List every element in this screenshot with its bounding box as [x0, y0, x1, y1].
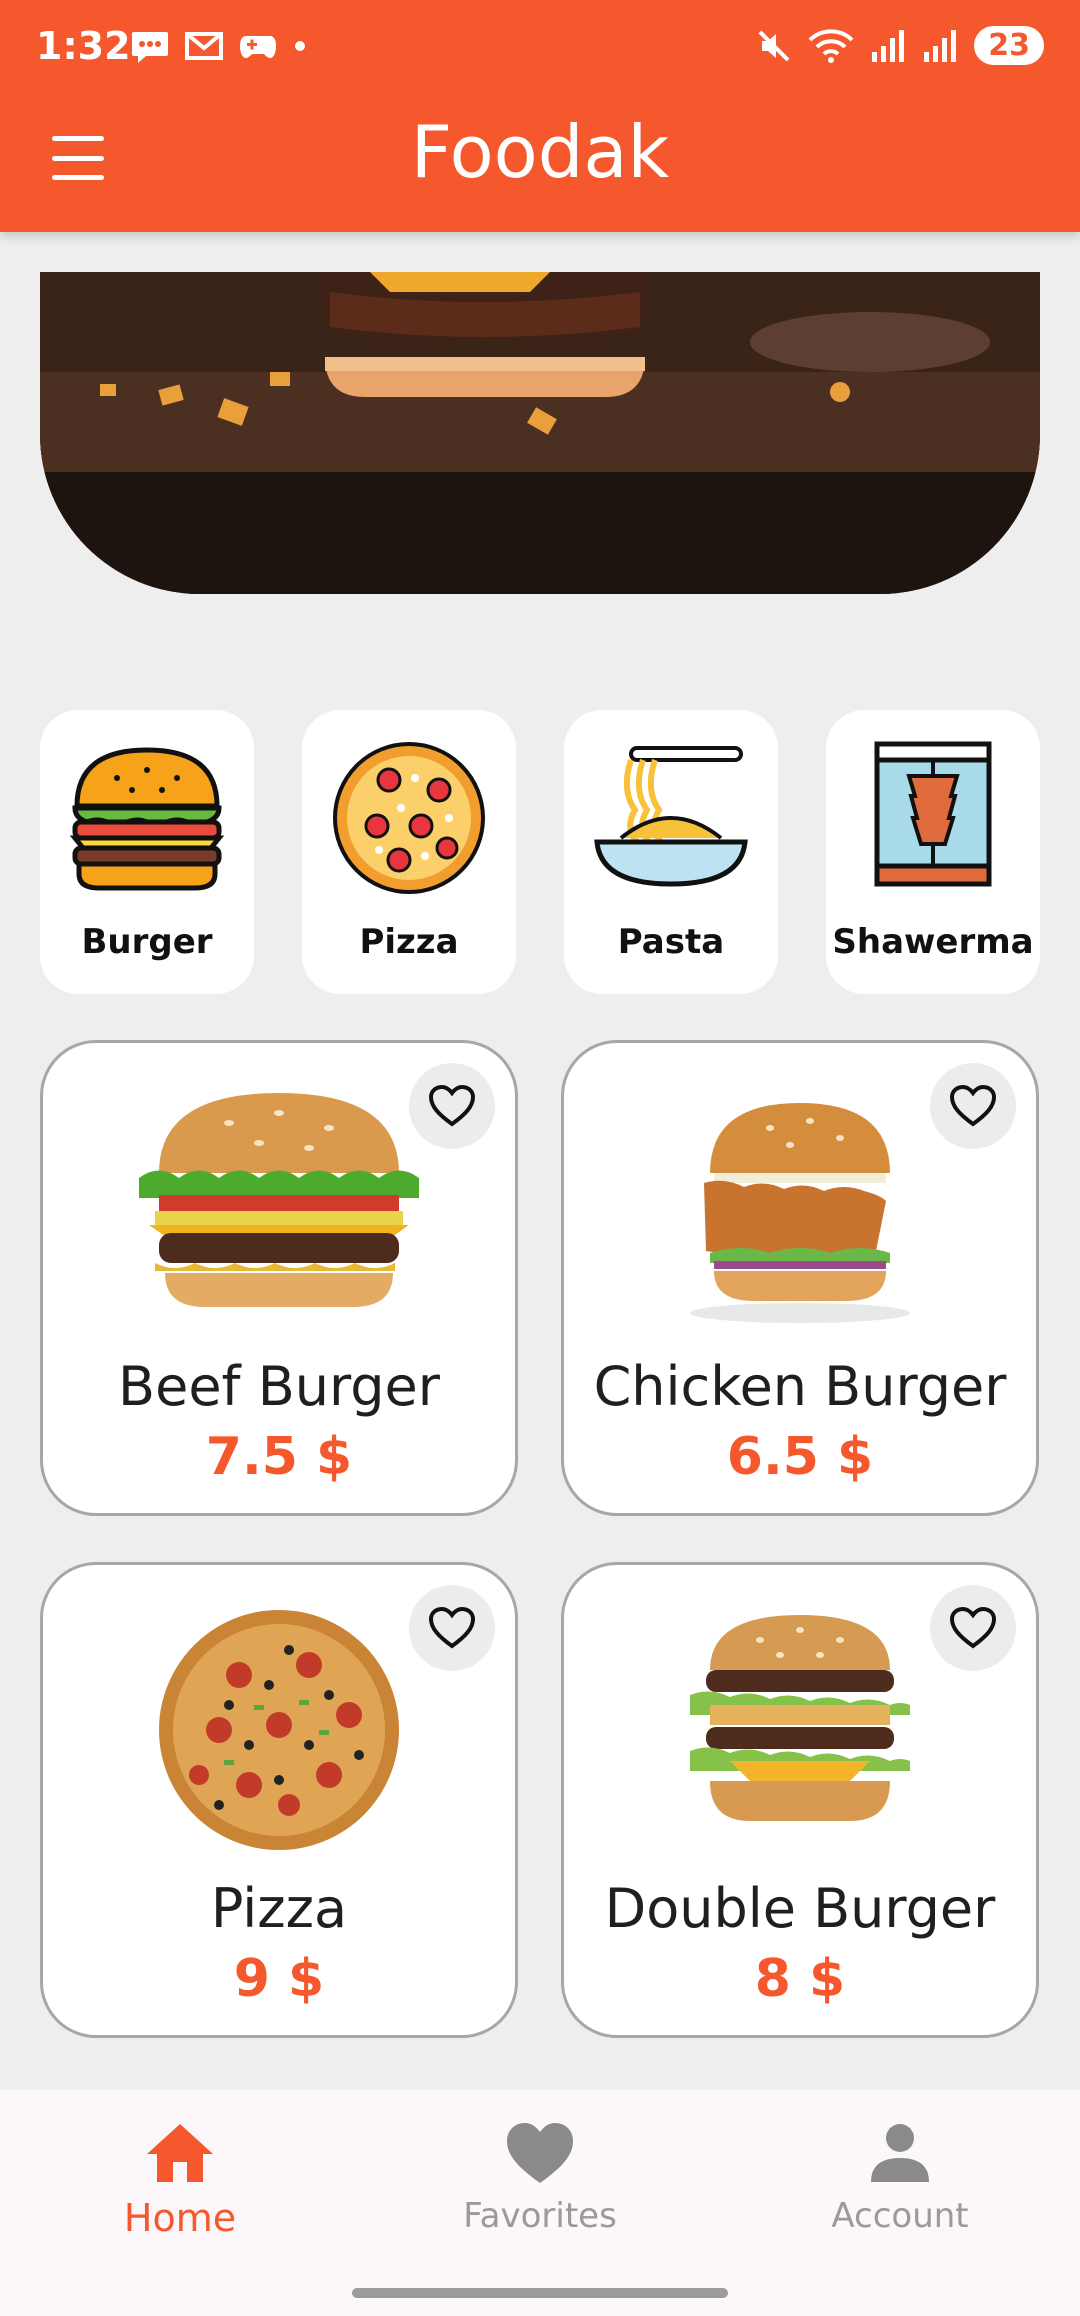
- product-price: 8 $: [754, 1949, 846, 2009]
- favorite-button[interactable]: [409, 1585, 495, 1671]
- favorite-button[interactable]: [930, 1585, 1016, 1671]
- double-burger-image: [690, 1615, 910, 1821]
- nav-home[interactable]: Home: [30, 2120, 330, 2240]
- chicken-burger-image: [690, 1103, 910, 1323]
- bottom-navigation: Home Favorites Account: [0, 2090, 1080, 2316]
- status-time: 1:32: [36, 24, 131, 68]
- category-burger[interactable]: Burger: [40, 710, 254, 994]
- home-icon: [147, 2124, 213, 2182]
- category-label: Shawerma: [832, 922, 1034, 962]
- product-price: 9 $: [233, 1949, 325, 2009]
- nav-label: Account: [831, 2196, 969, 2236]
- product-name: Beef Burger: [118, 1355, 440, 1418]
- product-card-double-burger[interactable]: Double Burger 8 $: [561, 1562, 1039, 2038]
- account-icon: [871, 2124, 929, 2182]
- heart-outline-icon: [949, 1606, 997, 1649]
- promo-banner[interactable]: [40, 272, 1040, 594]
- status-bar: 1:32 23: [0, 0, 1080, 96]
- burger-icon: [69, 747, 225, 891]
- pasta-icon: [594, 746, 748, 887]
- mute-icon: [758, 30, 790, 61]
- favorite-button[interactable]: [930, 1063, 1016, 1149]
- shawerma-icon: [874, 741, 992, 887]
- product-name: Pizza: [210, 1877, 348, 1940]
- pizza-image: [159, 1610, 399, 1850]
- heart-outline-icon: [428, 1606, 476, 1649]
- signal-icon: [872, 29, 905, 62]
- nav-label: Home: [123, 2196, 237, 2240]
- chat-notification-icon: [132, 32, 168, 63]
- heart-outline-icon: [949, 1084, 997, 1127]
- heart-outline-icon: [428, 1084, 476, 1127]
- product-card-beef-burger[interactable]: Beef Burger 7.5 $: [40, 1040, 518, 1516]
- category-label: Pizza: [359, 922, 459, 962]
- gesture-bar[interactable]: [352, 2288, 728, 2298]
- burger-banner-image: [40, 272, 1040, 594]
- battery-indicator: 23: [974, 26, 1044, 65]
- nav-favorites[interactable]: Favorites: [390, 2120, 690, 2236]
- pizza-icon: [333, 742, 485, 894]
- app-header: 1:32 23 Foodak: [0, 0, 1080, 232]
- beef-burger-image: [139, 1093, 419, 1307]
- category-label: Burger: [81, 922, 213, 962]
- signal-icon-2: [924, 29, 957, 62]
- product-name: Chicken Burger: [593, 1355, 1007, 1418]
- product-price: 6.5 $: [726, 1427, 874, 1487]
- product-card-pizza[interactable]: Pizza 9 $: [40, 1562, 518, 2038]
- nav-label: Favorites: [463, 2196, 617, 2236]
- category-pizza[interactable]: Pizza: [302, 710, 516, 994]
- gmail-icon: [185, 32, 223, 60]
- wifi-icon: [808, 28, 854, 63]
- heart-icon: [507, 2123, 573, 2183]
- category-shawerma[interactable]: Shawerma: [826, 710, 1040, 994]
- game-controller-icon: [240, 36, 276, 58]
- nav-account[interactable]: Account: [750, 2120, 1050, 2236]
- category-pasta[interactable]: Pasta: [564, 710, 778, 994]
- app-title: Foodak: [410, 110, 670, 194]
- product-price: 7.5 $: [205, 1427, 353, 1487]
- category-label: Pasta: [617, 922, 725, 962]
- product-name: Double Burger: [604, 1877, 996, 1940]
- notification-dot-icon: [295, 41, 305, 51]
- category-list: Burger Pizza Pasta Shawerma: [40, 710, 1040, 994]
- favorite-button[interactable]: [409, 1063, 495, 1149]
- product-card-chicken-burger[interactable]: Chicken Burger 6.5 $: [561, 1040, 1039, 1516]
